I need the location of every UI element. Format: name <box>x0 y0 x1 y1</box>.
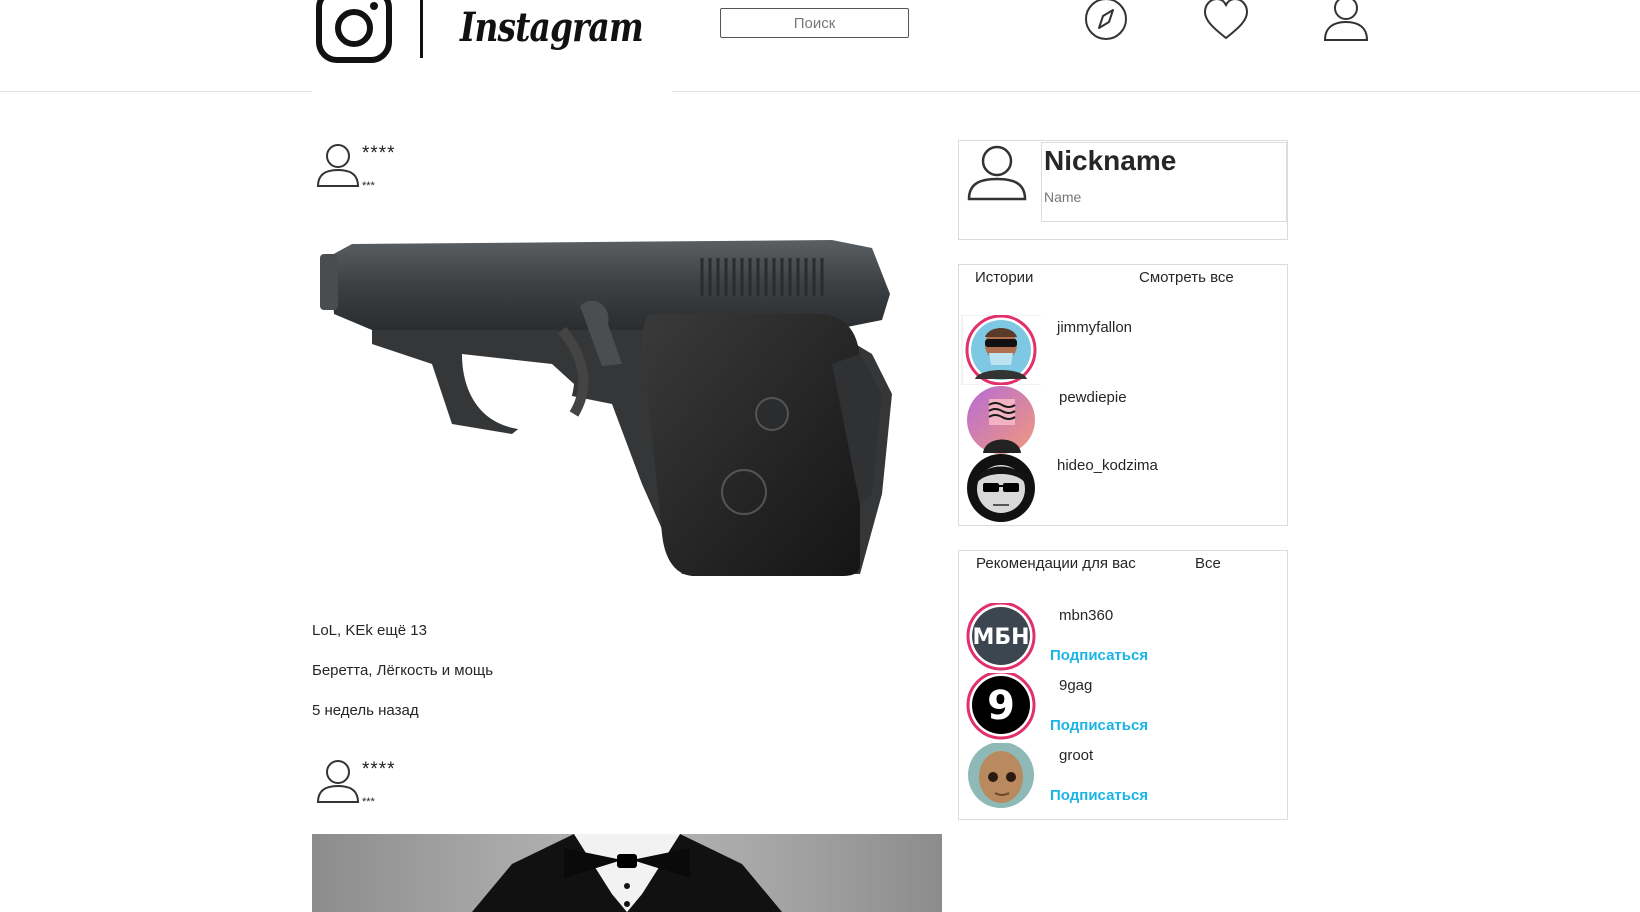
see-all-recommendations-link[interactable]: Все <box>1195 555 1221 572</box>
story-item[interactable]: jimmyfallon <box>959 315 1287 385</box>
post-timestamp[interactable]: 5 недель назад <box>312 702 419 719</box>
header-gap <box>312 88 672 96</box>
svg-text:МБН: МБН <box>972 625 1029 650</box>
story-item[interactable]: pewdiepie <box>959 385 1287 455</box>
rec-avatar-groot[interactable] <box>961 743 1041 813</box>
tuxedo-photo <box>472 834 782 912</box>
rec-username[interactable]: 9gag <box>1059 677 1092 694</box>
post-caption: Беретта, Лёгкость и мощь <box>312 662 494 679</box>
profile-nickname[interactable]: Nickname <box>1044 145 1176 177</box>
post-image[interactable] <box>312 234 922 604</box>
follow-button[interactable]: Подписаться <box>1050 787 1148 804</box>
post-header: **** *** <box>312 140 612 200</box>
profile-card: Nickname Name <box>958 140 1288 240</box>
profile-info: Nickname Name <box>1041 142 1287 222</box>
compass-icon[interactable] <box>1082 0 1130 44</box>
post-username[interactable]: **** <box>362 143 396 165</box>
recommendation-item: 9 9gag Подписаться <box>959 673 1287 743</box>
user-icon[interactable] <box>1322 0 1370 44</box>
recommendations-title: Рекомендации для вас <box>976 555 1136 572</box>
rec-username[interactable]: groot <box>1059 747 1093 764</box>
story-username[interactable]: pewdiepie <box>1059 389 1127 406</box>
story-avatar-hideo-kodzima[interactable] <box>961 453 1041 523</box>
profile-name: Name <box>1044 189 1082 205</box>
post-location: *** <box>362 796 375 808</box>
top-navbar: Instagram <box>0 0 1640 92</box>
rec-avatar-9gag[interactable]: 9 <box>961 673 1041 743</box>
story-username[interactable]: jimmyfallon <box>1057 319 1132 336</box>
instagram-wordmark[interactable]: Instagram <box>460 4 644 51</box>
instagram-logo-icon[interactable] <box>316 0 392 64</box>
post-header: **** *** <box>312 756 612 816</box>
post-username[interactable]: **** <box>362 759 396 781</box>
rec-username[interactable]: mbn360 <box>1059 607 1113 624</box>
logo-divider <box>420 0 423 58</box>
user-avatar-icon[interactable] <box>312 140 362 192</box>
post-location: *** <box>362 180 375 192</box>
recommendation-item: groot Подписаться <box>959 743 1287 813</box>
user-avatar-icon[interactable] <box>963 143 1029 201</box>
post-likes[interactable]: LoL, KEk ещё 13 <box>312 622 427 639</box>
post-image[interactable] <box>312 834 942 912</box>
story-avatar-pewdiepie[interactable] <box>961 385 1041 455</box>
recommendation-item: МБН mbn360 Подписаться <box>959 603 1287 673</box>
stories-title: Истории <box>975 269 1034 286</box>
rec-avatar-mbn360[interactable]: МБН <box>961 603 1041 673</box>
svg-text:9: 9 <box>987 683 1015 729</box>
user-avatar-icon[interactable] <box>312 756 362 808</box>
follow-button[interactable]: Подписаться <box>1050 647 1148 664</box>
stories-card: Истории Смотреть все jimmyfallon pewdiep… <box>958 264 1288 526</box>
story-username[interactable]: hideo_kodzima <box>1057 457 1158 474</box>
follow-button[interactable]: Подписаться <box>1050 717 1148 734</box>
story-avatar-jimmyfallon[interactable] <box>961 315 1041 385</box>
pistol-photo <box>320 240 892 576</box>
heart-icon[interactable] <box>1202 0 1250 44</box>
search-input[interactable] <box>720 8 909 38</box>
see-all-stories-link[interactable]: Смотреть все <box>1139 269 1234 286</box>
story-item[interactable]: hideo_kodzima <box>959 453 1287 523</box>
recommendations-card: Рекомендации для вас Все МБН mbn360 Подп… <box>958 550 1288 820</box>
